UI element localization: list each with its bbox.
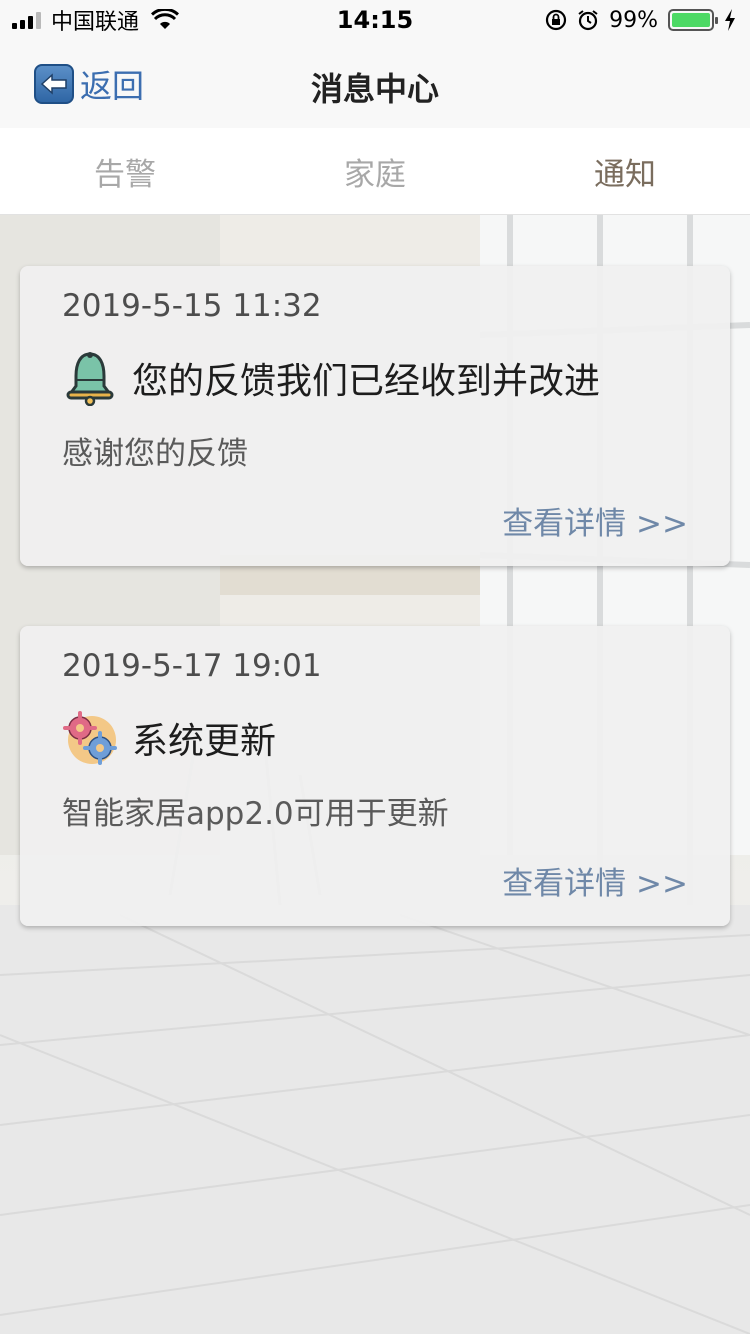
notification-title: 您的反馈我们已经收到并改进 <box>132 361 601 402</box>
status-bar: 中国联通 14:15 99% <box>0 0 750 40</box>
notification-card[interactable]: 2019-5-15 11:32 您的反馈我们已经收到并改进 感谢您的反馈 查看详… <box>20 266 730 566</box>
tab-notification[interactable]: 通知 <box>500 128 750 214</box>
battery-percent: 99% <box>609 7 658 33</box>
notification-body: 感谢您的反馈 <box>62 436 248 472</box>
tab-bar: 告警 家庭 通知 <box>0 128 750 215</box>
gears-icon <box>63 711 117 765</box>
tab-family[interactable]: 家庭 <box>250 128 500 214</box>
view-details-link[interactable]: 查看详情 >> <box>502 498 688 543</box>
notification-body: 智能家居app2.0可用于更新 <box>62 796 449 832</box>
notification-title: 系统更新 <box>132 721 277 762</box>
rotation-lock-icon <box>545 9 567 31</box>
view-details-link[interactable]: 查看详情 >> <box>502 858 688 903</box>
notification-card[interactable]: 2019-5-17 19:01 系统更新 智能家居app2.0可用于更新 查看详… <box>20 626 730 926</box>
bell-icon <box>66 352 114 406</box>
charging-icon <box>725 9 735 31</box>
navigation-bar: 返回 消息中心 <box>0 40 750 128</box>
battery-icon <box>668 9 718 31</box>
tab-alarm[interactable]: 告警 <box>0 128 250 214</box>
notification-time: 2019-5-17 19:01 <box>62 648 322 684</box>
alarm-icon <box>578 10 598 31</box>
notification-time: 2019-5-15 11:32 <box>62 288 322 324</box>
page-title: 消息中心 <box>310 70 439 108</box>
